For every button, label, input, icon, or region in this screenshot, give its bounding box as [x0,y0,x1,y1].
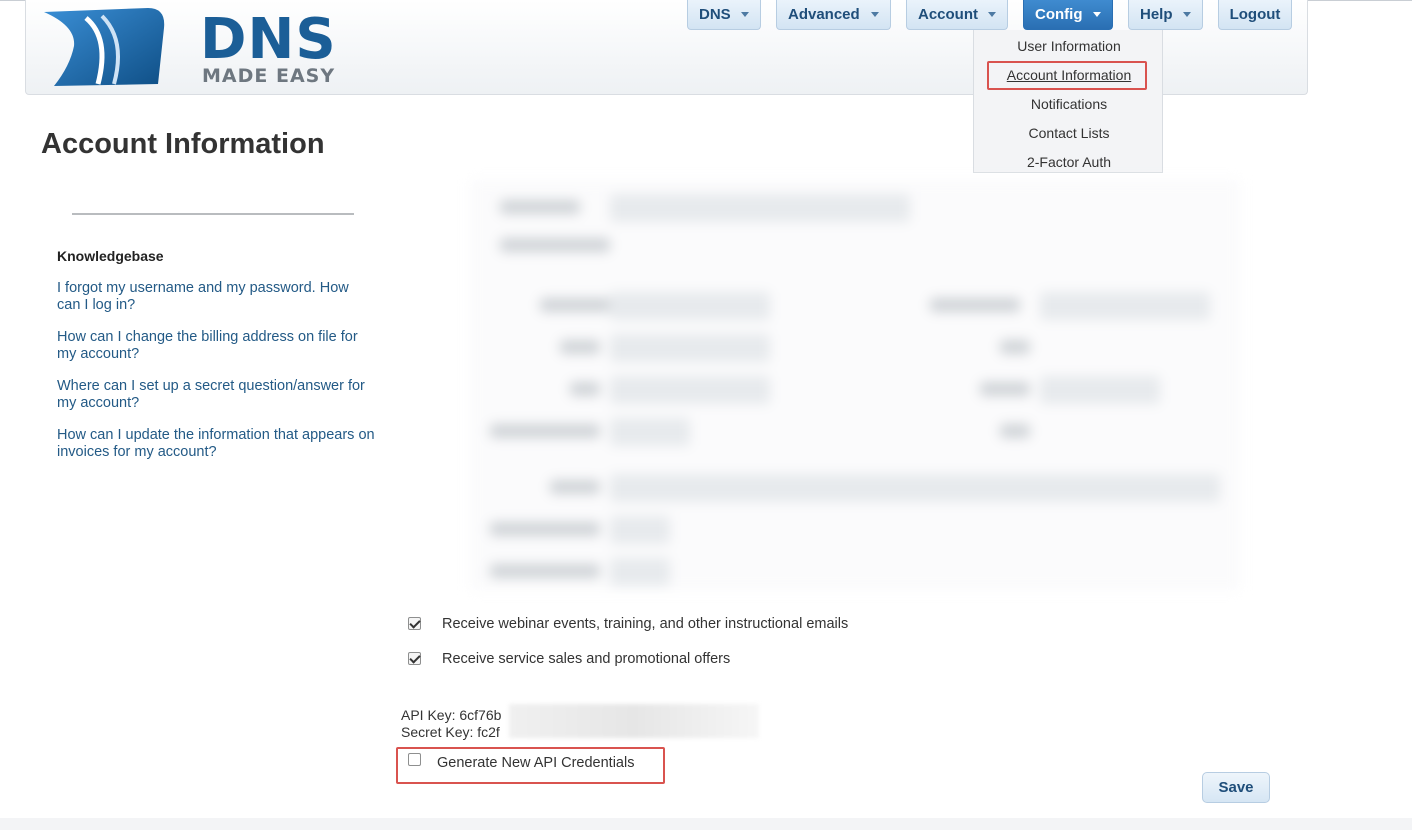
chevron-down-icon [741,12,749,17]
menu-item-notifications[interactable]: Notifications [974,93,1164,115]
sidebar-divider [72,213,354,215]
nav-account-menu[interactable]: Account [906,0,1008,30]
sales-offers-label: Receive service sales and promotional of… [442,651,731,667]
redacted-account-form [470,180,1240,590]
footer-band [0,818,1412,830]
save-button[interactable]: Save [1202,772,1270,803]
kb-link-billing-address[interactable]: How can I change the billing address on … [57,329,375,363]
chevron-down-icon [1093,12,1101,17]
secret-key-text: Secret Key: fc2f [401,724,500,740]
nav-dns-label: DNS [699,6,731,23]
kb-link-invoice-info[interactable]: How can I update the information that ap… [57,427,375,461]
logo-swoosh-icon [44,8,165,86]
nav-config-menu[interactable]: Config [1023,0,1113,30]
page-title: Account Information [41,128,325,160]
generate-api-credentials-label: Generate New API Credentials [437,755,635,771]
nav-help-label: Help [1140,6,1173,23]
chevron-down-icon [988,12,996,17]
menu-item-user-information[interactable]: User Information [974,35,1164,57]
nav-help-menu[interactable]: Help [1128,0,1203,30]
api-key-text: API Key: 6cf76b [401,707,502,723]
redacted-keys-mask [509,704,759,738]
webinar-emails-label: Receive webinar events, training, and ot… [442,616,849,632]
generate-api-credentials-checkbox[interactable] [408,753,421,766]
nav-advanced-menu[interactable]: Advanced [776,0,891,30]
logo-text: DNS [200,7,337,72]
menu-item-contact-lists[interactable]: Contact Lists [974,122,1164,144]
menu-item-2-factor-auth[interactable]: 2-Factor Auth [974,151,1164,173]
dns-made-easy-logo[interactable]: DNS MADE EASY [40,6,340,90]
nav-account-label: Account [918,6,978,23]
chevron-down-icon [1183,12,1191,17]
nav-config-label: Config [1035,6,1083,23]
knowledgebase-heading: Knowledgebase [57,248,164,264]
nav-advanced-label: Advanced [788,6,860,23]
chevron-down-icon [871,12,879,17]
nav-dns-menu[interactable]: DNS [687,0,761,30]
logout-button[interactable]: Logout [1218,0,1292,30]
kb-link-secret-question[interactable]: Where can I set up a secret question/ans… [57,378,375,412]
logo-tagline: MADE EASY [202,65,336,87]
account-information-highlight [987,61,1147,90]
webinar-emails-checkbox[interactable] [408,617,421,630]
kb-link-forgot-username[interactable]: I forgot my username and my password. Ho… [57,280,375,314]
config-dropdown-menu: User Information Account Information Not… [973,30,1163,173]
sales-offers-checkbox[interactable] [408,652,421,665]
